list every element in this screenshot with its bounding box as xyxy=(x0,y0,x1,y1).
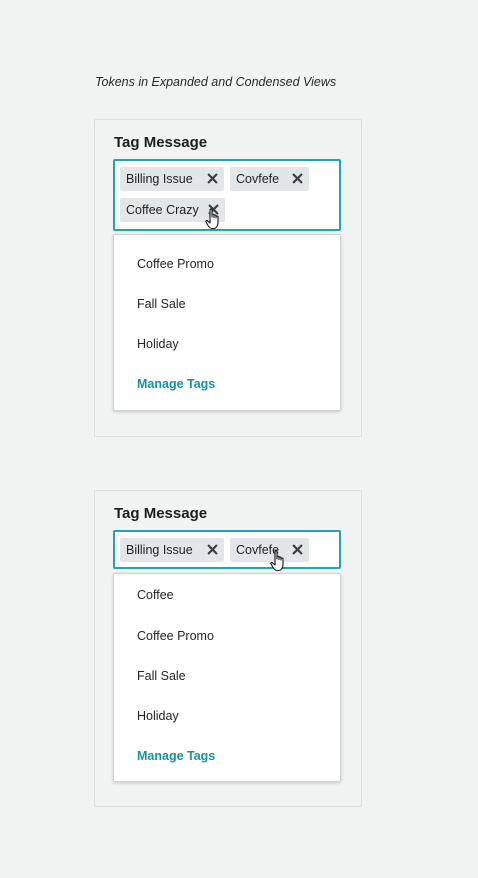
dropdown-item-holiday[interactable]: Holiday xyxy=(137,709,179,723)
tag-message-card-condensed: Tag Message Billing Issue Covfefe Coffee… xyxy=(94,490,362,807)
token-billing-issue: Billing Issue xyxy=(120,167,224,191)
dropdown-item-coffee-promo[interactable]: Coffee Promo xyxy=(137,629,214,643)
token-label: Billing Issue xyxy=(126,172,193,186)
tag-input[interactable]: Billing Issue Covfefe Coffee Crazy xyxy=(113,159,341,231)
token-label: Covfefe xyxy=(236,172,280,186)
dropdown-item-holiday[interactable]: Holiday xyxy=(137,337,179,351)
token-billing-issue: Billing Issue xyxy=(120,538,224,562)
close-icon[interactable] xyxy=(292,544,303,555)
dropdown-item-coffee-promo[interactable]: Coffee Promo xyxy=(137,257,214,271)
manage-tags-link[interactable]: Manage Tags xyxy=(137,377,215,391)
token-covfefe: Covfefe xyxy=(230,167,309,191)
section-caption: Tokens in Expanded and Condensed Views xyxy=(95,75,337,89)
close-icon[interactable] xyxy=(207,544,218,555)
hand-pointer-cursor-icon xyxy=(270,550,284,572)
tag-dropdown-menu: Coffee Coffee Promo Fall Sale Holiday Ma… xyxy=(113,573,341,782)
close-icon[interactable] xyxy=(292,173,303,184)
manage-tags-link[interactable]: Manage Tags xyxy=(137,749,215,763)
dropdown-item-fall-sale[interactable]: Fall Sale xyxy=(137,669,186,683)
token-label: Coffee Crazy xyxy=(126,203,199,217)
tag-message-card-expanded: Tag Message Billing Issue Covfefe Coffee… xyxy=(94,119,362,437)
dropdown-item-fall-sale[interactable]: Fall Sale xyxy=(137,297,186,311)
close-icon[interactable] xyxy=(207,173,218,184)
hand-pointer-cursor-icon xyxy=(205,208,219,230)
token-label: Billing Issue xyxy=(126,543,193,557)
tag-dropdown-menu: Coffee Promo Fall Sale Holiday Manage Ta… xyxy=(113,234,341,411)
dropdown-item-coffee[interactable]: Coffee xyxy=(137,588,174,602)
card-title: Tag Message xyxy=(114,134,208,151)
tag-input[interactable]: Billing Issue Covfefe xyxy=(113,530,341,569)
card-title: Tag Message xyxy=(114,505,208,522)
